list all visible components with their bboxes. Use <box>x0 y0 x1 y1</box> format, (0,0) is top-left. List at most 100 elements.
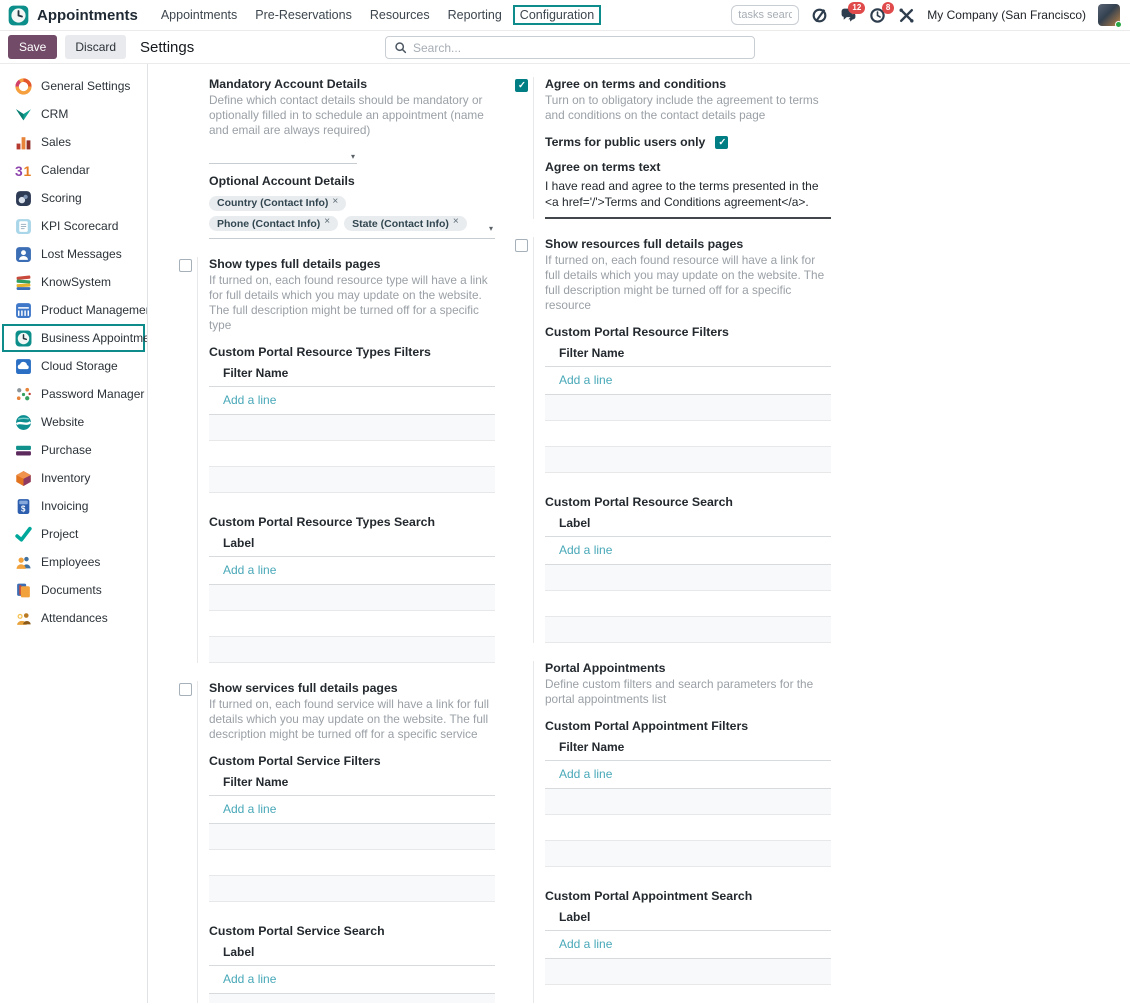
app-name[interactable]: Appointments <box>37 7 138 24</box>
company-switcher[interactable]: My Company (San Francisco) <box>927 8 1086 22</box>
sidebar-item-product-management[interactable]: Product Management <box>2 296 145 324</box>
tag-label: Country (Contact Info) <box>217 197 328 209</box>
menu-pre-reservations[interactable]: Pre-Reservations <box>248 5 359 25</box>
sidebar-item-invoicing[interactable]: $Invoicing <box>2 492 145 520</box>
add-a-line-link[interactable]: Add a line <box>545 367 831 395</box>
sidebar-item-label: Project <box>41 527 78 541</box>
inventory-icon <box>15 470 32 487</box>
sidebar-item-lost-messages[interactable]: Lost Messages <box>2 240 145 268</box>
debug-tools-icon[interactable] <box>898 7 915 24</box>
show-resources-title: Show resources full details pages <box>545 237 831 251</box>
appointments-app-icon[interactable] <box>8 5 29 26</box>
show-services-checkbox[interactable] <box>179 683 192 696</box>
discard-button[interactable]: Discard <box>65 35 126 59</box>
sidebar-item-password-manager[interactable]: Password Manager <box>2 380 145 408</box>
show-types-title: Show types full details pages <box>209 257 495 271</box>
sidebar-item-sales[interactable]: Sales <box>2 128 145 156</box>
mandatory-details-field[interactable]: ▾ <box>209 148 357 164</box>
sidebar-item-scoring[interactable]: Scoring <box>2 184 145 212</box>
sidebar-item-label: Cloud Storage <box>41 359 118 373</box>
resource-filters-table: Custom Portal Resource FiltersFilter Nam… <box>545 325 831 473</box>
discuss-icon[interactable] <box>811 7 828 24</box>
menu-resources[interactable]: Resources <box>363 5 437 25</box>
empty-row <box>209 441 495 467</box>
add-a-line-link[interactable]: Add a line <box>545 537 831 565</box>
knowsystem-icon <box>15 274 32 291</box>
sidebar-item-cloud-storage[interactable]: Cloud Storage <box>2 352 145 380</box>
empty-row <box>209 850 495 876</box>
optional-details-field[interactable]: Country (Contact Info)×Phone (Contact In… <box>209 191 495 239</box>
general-settings-icon <box>15 78 32 95</box>
add-a-line-link[interactable]: Add a line <box>209 557 495 585</box>
add-a-line-link[interactable]: Add a line <box>209 796 495 824</box>
menu-appointments[interactable]: Appointments <box>154 5 244 25</box>
systray: 12 8 My Company (San Francisco) <box>731 4 1120 26</box>
menu-reporting[interactable]: Reporting <box>441 5 509 25</box>
add-a-line-link[interactable]: Add a line <box>209 387 495 415</box>
sidebar-item-purchase[interactable]: Purchase <box>2 436 145 464</box>
search-input[interactable] <box>413 41 746 55</box>
purchase-icon <box>15 442 32 459</box>
table-heading: Custom Portal Appointment Filters <box>545 719 831 733</box>
sidebar-item-documents[interactable]: Documents <box>2 576 145 604</box>
employees-icon <box>15 554 32 571</box>
sidebar-item-inventory[interactable]: Inventory <box>2 464 145 492</box>
tasks-search-input[interactable] <box>731 5 799 25</box>
mandatory-account-details-description: Define which contact details should be m… <box>209 93 495 138</box>
sidebar-item-general-settings[interactable]: General Settings <box>2 72 145 100</box>
top-navbar: Appointments Appointments Pre-Reservatio… <box>0 0 1130 31</box>
sidebar-item-calendar[interactable]: 31Calendar <box>2 156 145 184</box>
terms-public-users-checkbox[interactable] <box>715 136 728 149</box>
empty-row <box>545 789 831 815</box>
chevron-down-icon: ▾ <box>489 225 495 235</box>
sidebar-item-business-appointments[interactable]: Business Appointments <box>2 324 145 352</box>
add-a-line-link[interactable]: Add a line <box>545 931 831 959</box>
tag-remove-icon[interactable]: × <box>332 196 338 207</box>
messages-icon[interactable]: 12 <box>840 7 857 24</box>
cloud-storage-icon <box>15 358 32 375</box>
appointment-filters-table: Custom Portal Appointment Filters Filter … <box>545 719 831 867</box>
website-icon <box>15 414 32 431</box>
agree-terms-section: Agree on terms and conditions Turn on to… <box>515 77 831 219</box>
activities-icon[interactable]: 8 <box>869 7 886 24</box>
empty-row <box>545 591 831 617</box>
empty-row <box>545 565 831 591</box>
tag-remove-icon[interactable]: × <box>324 216 330 227</box>
show-resources-checkbox[interactable] <box>515 239 528 252</box>
sidebar-item-website[interactable]: Website <box>2 408 145 436</box>
agree-terms-checkbox[interactable] <box>515 79 528 92</box>
save-button[interactable]: Save <box>8 35 57 59</box>
product-management-icon <box>15 302 32 319</box>
right-column: Agree on terms and conditions Turn on to… <box>515 77 831 1003</box>
service-filters-table: Custom Portal Service FiltersFilter Name… <box>209 754 495 902</box>
sidebar-item-crm[interactable]: CRM <box>2 100 145 128</box>
attendances-icon <box>15 610 32 627</box>
add-a-line-link[interactable]: Add a line <box>209 966 495 994</box>
sidebar-item-knowsystem[interactable]: KnowSystem <box>2 268 145 296</box>
add-a-line-link[interactable]: Add a line <box>545 761 831 789</box>
tag[interactable]: Country (Contact Info) × <box>209 196 346 211</box>
column-header: Filter Name <box>545 735 831 761</box>
tag[interactable]: State (Contact Info)× <box>344 216 467 231</box>
resource-types-filters-table: Custom Portal Resource Types FiltersFilt… <box>209 345 495 493</box>
empty-row <box>209 876 495 902</box>
agree-terms-textarea[interactable]: I have read and agree to the terms prese… <box>545 179 831 219</box>
sidebar-item-kpi-scorecard[interactable]: KPI Scorecard <box>2 212 145 240</box>
svg-text:$: $ <box>21 504 26 513</box>
sidebar-item-attendances[interactable]: Attendances <box>2 604 145 632</box>
user-avatar[interactable] <box>1098 4 1120 26</box>
empty-row <box>545 959 831 985</box>
search-box[interactable] <box>385 36 755 59</box>
tag-label: Phone (Contact Info) <box>217 218 320 230</box>
documents-icon <box>15 582 32 599</box>
menu-configuration[interactable]: Configuration <box>513 5 601 25</box>
messages-badge: 12 <box>848 2 865 14</box>
show-services-section: Show services full details pages If turn… <box>179 681 495 1003</box>
show-types-checkbox[interactable] <box>179 259 192 272</box>
sidebar-item-employees[interactable]: Employees <box>2 548 145 576</box>
empty-row <box>209 415 495 441</box>
sidebar-item-project[interactable]: Project <box>2 520 145 548</box>
settings-content: Mandatory Account Details Define which c… <box>148 64 1130 1003</box>
tag[interactable]: Phone (Contact Info) × <box>209 216 338 231</box>
tag-remove-icon[interactable]: × <box>453 216 459 227</box>
